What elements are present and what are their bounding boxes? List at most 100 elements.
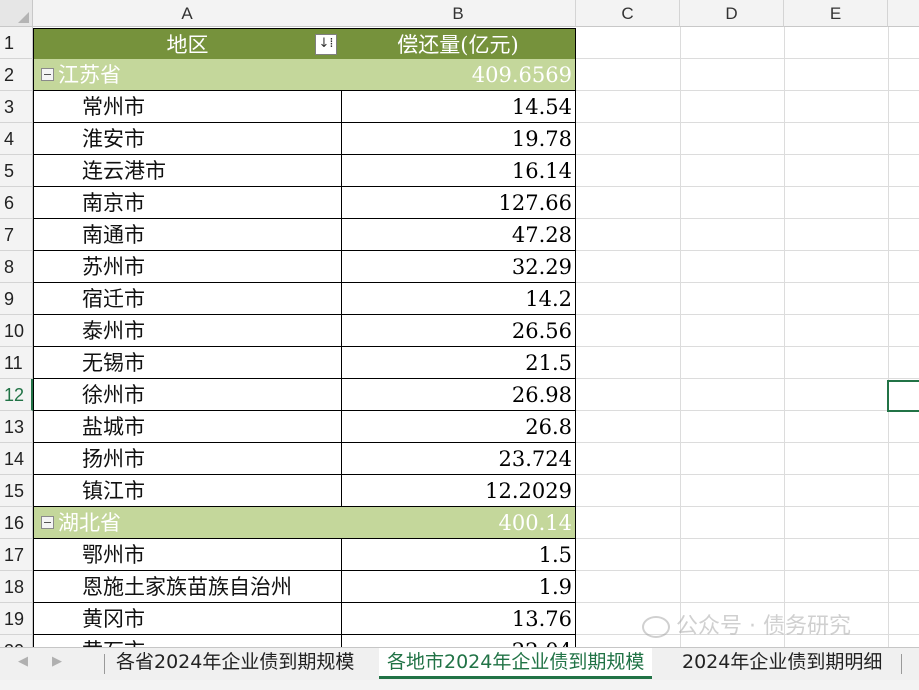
city-value-cell[interactable]: 127.66 (341, 187, 576, 219)
city-name: 扬州市 (82, 447, 145, 471)
watermark: 公众号 · 债务研究 (642, 608, 851, 640)
tab-divider (104, 654, 105, 674)
city-value-cell[interactable]: 14.54 (341, 91, 576, 123)
city-value-cell[interactable]: 23.724 (341, 443, 576, 475)
city-value-cell[interactable]: 47.28 (341, 219, 576, 251)
city-value-cell[interactable]: 16.14 (341, 155, 576, 187)
watermark-text: 公众号 · 债务研究 (676, 614, 851, 639)
city-name: 盐城市 (82, 415, 145, 439)
city-cell[interactable]: 苏州市 (33, 251, 342, 283)
row-header[interactable]: 17 (0, 539, 33, 571)
city-name: 徐州市 (82, 383, 145, 407)
city-value-cell[interactable]: 21.5 (341, 347, 576, 379)
row-header[interactable]: 6 (0, 187, 33, 219)
row-header[interactable]: 4 (0, 123, 33, 155)
tab-divider (901, 654, 902, 674)
tab-maturity-detail[interactable]: 2024年企业债到期明细 (674, 648, 890, 679)
status-bar (0, 680, 919, 690)
city-cell[interactable]: 连云港市 (33, 155, 342, 187)
city-name: 黄冈市 (82, 607, 145, 631)
column-header-b[interactable]: B (341, 0, 576, 27)
city-value-cell[interactable]: 12.2029 (341, 475, 576, 507)
tab-city-maturity[interactable]: 各地市2024年企业债到期规模 (379, 648, 653, 679)
city-name: 泰州市 (82, 319, 145, 343)
row-header[interactable]: 13 (0, 411, 33, 443)
city-cell[interactable]: 宿迁市 (33, 283, 342, 315)
row-header[interactable]: 5 (0, 155, 33, 187)
province-value-cell[interactable]: 409.6569 (341, 59, 576, 91)
city-cell[interactable]: 鄂州市 (33, 539, 342, 571)
province-cell[interactable]: 江苏省 (33, 59, 342, 91)
header-cell-amount[interactable]: 偿还量(亿元) (341, 28, 576, 60)
column-header-d[interactable]: D (680, 0, 784, 27)
collapse-group-icon[interactable] (41, 516, 54, 529)
sheet-tab-bar: ◀ ▶ 各省2024年企业债到期规模 各地市2024年企业债到期规模 2024年… (0, 647, 919, 680)
city-cell[interactable]: 扬州市 (33, 443, 342, 475)
row-header[interactable]: 3 (0, 91, 33, 123)
row-header[interactable]: 19 (0, 603, 33, 635)
row-header[interactable]: 16 (0, 507, 33, 539)
header-region-label: 地区 (166, 33, 209, 57)
row-header[interactable]: 1 (0, 27, 33, 59)
tab-province-maturity[interactable]: 各省2024年企业债到期规模 (108, 648, 362, 679)
city-value-cell[interactable]: 1.9 (341, 571, 576, 603)
city-value-cell[interactable]: 19.78 (341, 123, 576, 155)
city-cell[interactable]: 淮安市 (33, 123, 342, 155)
city-value-cell[interactable]: 26.56 (341, 315, 576, 347)
row-header[interactable]: 8 (0, 251, 33, 283)
city-value-cell[interactable]: 13.76 (341, 603, 576, 635)
row-header[interactable]: 11 (0, 347, 33, 379)
scroll-tabs-right-icon[interactable]: ▶ (52, 654, 62, 669)
row-header[interactable]: 15 (0, 475, 33, 507)
city-name: 鄂州市 (82, 543, 145, 567)
city-value-cell[interactable]: 26.98 (341, 379, 576, 411)
city-cell[interactable]: 无锡市 (33, 347, 342, 379)
city-name: 宿迁市 (82, 287, 145, 311)
city-name: 南通市 (82, 223, 145, 247)
city-cell[interactable]: 南京市 (33, 187, 342, 219)
city-name: 恩施土家族苗族自治州 (82, 575, 292, 599)
sort-filter-icon[interactable]: ↓⁞ (315, 34, 337, 55)
header-cell-region[interactable]: 地区 ↓⁞ (33, 28, 342, 60)
city-name: 苏州市 (82, 255, 145, 279)
column-header-c[interactable]: C (576, 0, 680, 27)
city-name: 连云港市 (82, 159, 166, 183)
select-all-triangle-icon (18, 12, 29, 23)
province-value-cell[interactable]: 400.14 (341, 507, 576, 539)
column-header-e[interactable]: E (784, 0, 888, 27)
city-cell[interactable]: 徐州市 (33, 379, 342, 411)
wechat-icon (642, 616, 670, 638)
city-value-cell[interactable]: 1.5 (341, 539, 576, 571)
row-header[interactable]: 18 (0, 571, 33, 603)
scroll-tabs-left-icon[interactable]: ◀ (18, 654, 28, 669)
collapse-group-icon[interactable] (41, 68, 54, 81)
row-header[interactable]: 12 (0, 379, 33, 411)
row-header[interactable]: 9 (0, 283, 33, 315)
gridline (888, 27, 889, 647)
row-header[interactable]: 7 (0, 219, 33, 251)
city-name: 南京市 (82, 191, 145, 215)
city-cell[interactable]: 南通市 (33, 219, 342, 251)
city-name: 淮安市 (82, 127, 145, 151)
row-header[interactable]: 10 (0, 315, 33, 347)
gridline (680, 27, 681, 647)
active-cell-cursor (887, 380, 919, 412)
city-name: 无锡市 (82, 351, 145, 375)
city-cell[interactable]: 黄冈市 (33, 603, 342, 635)
column-header-f[interactable] (888, 0, 919, 27)
province-cell[interactable]: 湖北省 (33, 507, 342, 539)
city-cell[interactable]: 恩施土家族苗族自治州 (33, 571, 342, 603)
city-cell[interactable]: 镇江市 (33, 475, 342, 507)
column-header-a[interactable]: A (33, 0, 342, 27)
city-cell[interactable]: 泰州市 (33, 315, 342, 347)
gridline (784, 27, 785, 647)
city-name: 常州市 (82, 95, 145, 119)
city-cell[interactable]: 盐城市 (33, 411, 342, 443)
city-value-cell[interactable]: 26.8 (341, 411, 576, 443)
select-all-corner[interactable] (0, 0, 33, 27)
row-header[interactable]: 14 (0, 443, 33, 475)
row-header[interactable]: 2 (0, 59, 33, 91)
city-cell[interactable]: 常州市 (33, 91, 342, 123)
city-value-cell[interactable]: 32.29 (341, 251, 576, 283)
city-value-cell[interactable]: 14.2 (341, 283, 576, 315)
